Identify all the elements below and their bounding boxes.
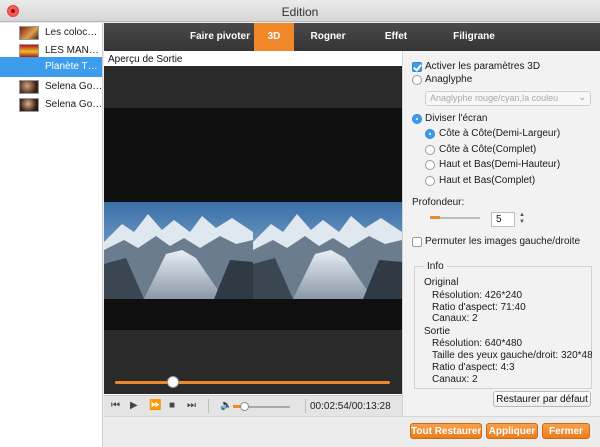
info-original-line: Canaux: 2 [432, 313, 478, 324]
file-name: Selena Go… [45, 99, 101, 110]
letterbox-bottom [104, 299, 402, 330]
volume-icon[interactable]: 🔈 [220, 400, 232, 411]
side-by-side-half-label: Côte à Côte(Demi-Largeur) [439, 128, 561, 139]
top-bottom-full-label: Haut et Bas(Complet) [439, 175, 536, 186]
tab-watermark[interactable]: Filigrane [444, 23, 504, 51]
file-name: LES MAN… [45, 45, 99, 56]
tab-3d[interactable]: 3D [254, 23, 294, 51]
file-name: Selena Go… [45, 81, 101, 92]
info-output-title: Sortie [424, 326, 451, 337]
tab-effect[interactable]: Effet [376, 23, 416, 51]
info-original-title: Original [424, 277, 459, 288]
video-frame-right [253, 202, 402, 299]
video-thumbnail [19, 26, 39, 40]
file-name: Les coloc… [45, 27, 98, 38]
skip-back-icon[interactable]: ⏮ [111, 400, 120, 411]
tab-bar: Faire pivoter 3D Rogner Effet Filigrane [104, 23, 600, 51]
side-by-side-half-radio[interactable] [425, 129, 435, 139]
swap-images-checkbox[interactable] [412, 237, 422, 247]
info-output-line: Ratio d'aspect: 4:3 [432, 362, 515, 373]
top-bottom-half-label: Haut et Bas(Demi-Hauteur) [439, 159, 561, 170]
anaglyph-label: Anaglyphe [425, 74, 473, 85]
timeline-knob[interactable] [167, 376, 179, 388]
play-icon[interactable]: ▶ [130, 400, 138, 411]
file-item[interactable]: Planète T… [0, 57, 102, 77]
top-bottom-half-radio[interactable] [425, 160, 435, 170]
video-thumbnail [19, 80, 39, 94]
volume-knob[interactable] [240, 402, 249, 411]
side-by-side-full-radio[interactable] [425, 145, 435, 155]
letterbox-top [104, 108, 402, 202]
info-original-line: Ratio d'aspect: 71:40 [432, 302, 526, 313]
tab-crop[interactable]: Rogner [308, 23, 348, 51]
divider [305, 399, 306, 413]
swap-images-label: Permuter les images gauche/droite [425, 236, 581, 247]
info-title: Info [424, 261, 447, 273]
restore-all-button[interactable]: Tout Restaurer [410, 423, 482, 439]
close-button[interactable]: Fermer [542, 423, 590, 439]
anaglyph-radio[interactable] [412, 75, 422, 85]
file-item[interactable]: Selena Go… [0, 78, 102, 96]
split-screen-radio[interactable] [412, 114, 422, 124]
info-original-line: Résolution: 426*240 [432, 290, 523, 301]
reset-default-button[interactable]: Restaurer par défaut [493, 391, 591, 407]
file-name: Planète T… [45, 61, 98, 72]
top-bottom-full-radio[interactable] [425, 176, 435, 186]
video-thumbnail [19, 98, 39, 112]
video-thumbnail [19, 44, 39, 58]
timeline-bar[interactable] [115, 381, 390, 384]
playback-controls: ⏮ ▶ ⏩ ■ ⏭ 🔈 00:02:54/00:13:28 [104, 395, 402, 416]
file-item[interactable]: Selena Go… [0, 96, 102, 114]
stepper-arrows-icon[interactable]: ▲ ▼ [517, 212, 527, 227]
divider [208, 399, 209, 413]
depth-slider-fill [430, 216, 440, 219]
side-by-side-full-label: Côte à Côte(Complet) [439, 144, 537, 155]
chevron-down-icon: ⌄ [578, 92, 586, 102]
skip-forward-icon[interactable]: ⏭ [187, 400, 196, 411]
file-item[interactable]: Les coloc… [0, 24, 102, 42]
split-screen-label: Diviser l'écran [425, 113, 488, 124]
preview-label: Aperçu de Sortie [108, 54, 183, 65]
depth-stepper[interactable]: 5 [491, 212, 515, 227]
info-output-line: Canaux: 2 [432, 374, 478, 385]
video-frame-left [104, 202, 253, 299]
video-preview [104, 66, 402, 394]
title-bar: Edition [0, 0, 600, 22]
stop-icon[interactable]: ■ [169, 400, 175, 411]
anaglyph-select[interactable]: Anaglyphe rouge/cyan,la couleu ⌄ [425, 91, 591, 106]
info-output-line: Taille des yeux gauche/droit: 320*480 [432, 350, 592, 361]
depth-label: Profondeur: [412, 197, 465, 208]
info-output-line: Résolution: 640*480 [432, 338, 523, 349]
apply-button[interactable]: Appliquer [486, 423, 538, 439]
time-readout: 00:02:54/00:13:28 [310, 401, 391, 412]
file-list: Les coloc… LES MAN… Planète T… Selena Go… [0, 23, 103, 447]
window-title: Edition [281, 5, 319, 19]
enable-3d-checkbox[interactable] [412, 62, 422, 72]
tab-rotate[interactable]: Faire pivoter [188, 23, 252, 51]
anaglyph-select-value: Anaglyphe rouge/cyan,la couleu [430, 93, 559, 103]
fast-forward-icon[interactable]: ⏩ [149, 400, 161, 411]
enable-3d-label: Activer les paramètres 3D [425, 61, 541, 72]
